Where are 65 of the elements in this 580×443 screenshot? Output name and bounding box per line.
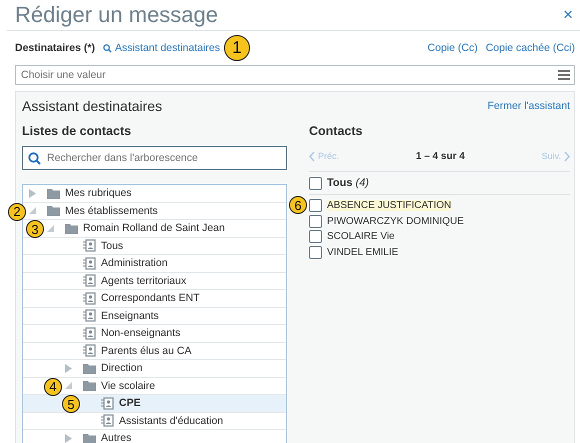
contact-list-icon — [83, 344, 96, 358]
recipients-field[interactable]: Choisir une valeur — [15, 65, 575, 85]
cc-link[interactable]: Copie (Cc) — [428, 42, 478, 54]
contacts-heading: Contacts — [309, 124, 364, 138]
tree-item[interactable]: Mes établissements — [23, 202, 286, 220]
contact-list-icon — [83, 326, 96, 340]
tree-item[interactable]: Assistants d'éducation — [23, 412, 286, 430]
contact-list-icon — [83, 239, 96, 252]
select-all-label: Tous (4) — [327, 177, 369, 189]
expand-arrow-icon[interactable] — [29, 188, 36, 198]
chevron-right-icon — [564, 150, 570, 162]
bcc-link[interactable]: Copie cachée (Cci) — [486, 42, 575, 54]
checkbox[interactable] — [309, 246, 322, 259]
chevron-left-icon — [309, 150, 315, 162]
close-assistant-link[interactable]: Fermer l'assistant — [487, 100, 570, 112]
tree-item[interactable]: Agents territoriaux — [23, 272, 286, 290]
tree-item[interactable]: Administration — [23, 255, 286, 272]
tree-item[interactable]: Correspondants ENT — [23, 290, 286, 308]
contact-name: ABSENCE JUSTIFICATION — [327, 200, 452, 212]
folder-icon — [83, 432, 96, 443]
folder-icon — [65, 222, 78, 234]
contact-list-icon — [83, 292, 96, 305]
search-icon — [102, 44, 112, 52]
recipients-label: Destinataires (*) — [15, 42, 95, 54]
collapse-arrow-icon[interactable] — [65, 382, 72, 390]
contact-name: SCOLAIRE Vie — [327, 231, 395, 242]
contact-lists-heading: Listes de contacts — [22, 124, 132, 138]
assistant-title: Assistant destinataires — [22, 98, 162, 114]
contact-list-icon — [83, 309, 96, 322]
checkbox[interactable] — [309, 176, 322, 190]
tree-item[interactable]: Non-enseignants — [23, 325, 286, 342]
page-range: 1 – 4 sur 4 — [416, 150, 465, 162]
contact-list-icon — [83, 256, 96, 270]
folder-icon — [47, 188, 60, 199]
tree-item[interactable]: Autres — [23, 430, 286, 443]
checkbox[interactable] — [309, 199, 322, 212]
dialog-title: Rédiger un message — [15, 2, 218, 28]
tree-item[interactable]: Enseignants — [23, 308, 286, 325]
expand-arrow-icon[interactable] — [65, 434, 72, 443]
contact-list-icon — [83, 274, 96, 288]
expand-arrow-icon[interactable] — [65, 364, 72, 373]
tree-item[interactable]: Parents élus au CA — [23, 342, 286, 360]
folder-icon — [83, 362, 96, 374]
contact-name: VINDEL EMILIE — [327, 246, 398, 258]
contact-name: PIWOWARCZYK DOMINIQUE — [327, 216, 464, 227]
contact-list-icon — [101, 396, 114, 410]
menu-icon — [558, 70, 570, 80]
checkbox[interactable] — [309, 230, 322, 244]
folder-icon — [83, 380, 96, 392]
recipient-assistant-link[interactable]: Assistant destinataires — [102, 42, 220, 54]
callout-number: 3 — [26, 220, 44, 238]
tree-search-field[interactable]: Rechercher dans l'arborescence — [22, 146, 287, 170]
tree-item[interactable]: Direction — [23, 360, 286, 378]
checkbox[interactable] — [309, 214, 322, 228]
callout-number: 4 — [44, 378, 62, 396]
callout-number: 2 — [8, 202, 26, 220]
collapse-arrow-icon[interactable] — [47, 224, 54, 232]
close-button[interactable]: × — [561, 5, 575, 25]
contact-list-icon — [101, 414, 114, 428]
tree-item[interactable]: Tous — [23, 238, 286, 255]
folder-icon — [47, 205, 60, 216]
collapse-arrow-icon[interactable] — [29, 207, 36, 214]
callout-number: 1 — [224, 35, 250, 61]
callout-number: 6 — [289, 196, 307, 214]
tree-item[interactable]: Mes rubriques — [23, 185, 286, 202]
